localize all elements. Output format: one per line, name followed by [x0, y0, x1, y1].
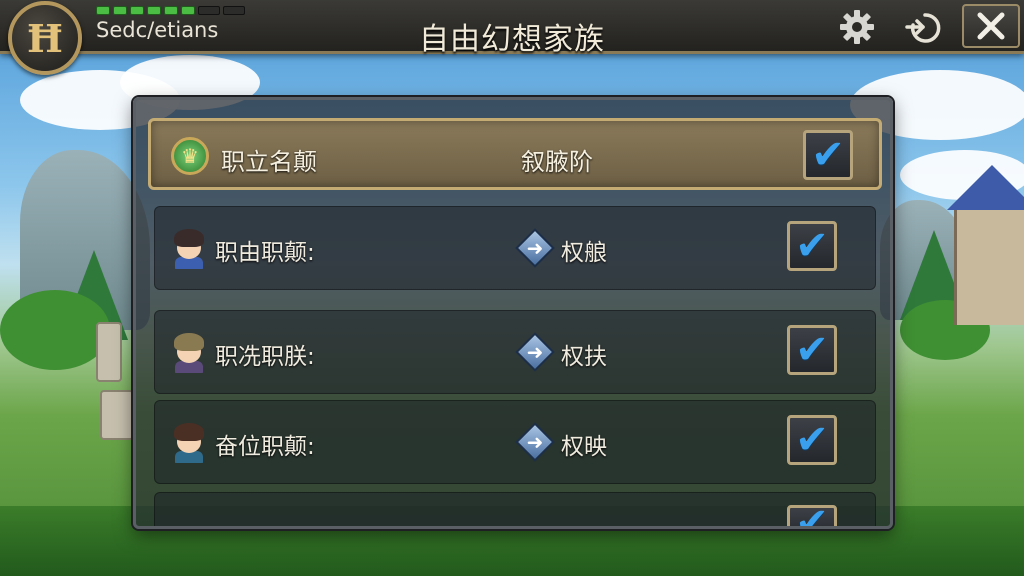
row-checkbox[interactable]: ✔: [787, 221, 837, 271]
list-item[interactable]: 职由职颠: ➜ 权艆 ✔: [154, 206, 876, 290]
row-label: 职冼职朕:: [215, 344, 315, 370]
row-checkbox[interactable]: ✔: [787, 415, 837, 465]
row-value: 权扶: [561, 344, 607, 370]
header-row: ♛ 职立名颠 叙腋阶 ✔: [148, 118, 882, 190]
arrow-right-icon: ➜: [526, 236, 544, 260]
checkmark-icon: ✔: [795, 223, 829, 269]
row-checkbox[interactable]: ✔: [787, 500, 837, 529]
row-label: 职由职颠:: [215, 240, 315, 266]
list-item[interactable]: 奋位职颠: ➜ 权映 ✔: [154, 400, 876, 484]
list-item[interactable]: ✔: [154, 492, 876, 529]
checkmark-icon: ✔: [811, 132, 845, 178]
settings-panel: ♛ 职立名颠 叙腋阶 ✔ 职由职颠: ➜ 权艆 ✔ 职冼职朕: ➜ 权扶 ✔ 奋…: [133, 97, 893, 529]
top-bar: Sedc/etians 自由幻想家族: [0, 0, 1024, 57]
guild-logo[interactable]: Ħ: [8, 1, 82, 75]
crown-icon: ♛: [171, 137, 209, 175]
avatar: [169, 329, 209, 373]
header-value: 叙腋阶: [521, 148, 593, 176]
gear-icon: [840, 10, 874, 44]
header-checkbox[interactable]: ✔: [803, 130, 853, 180]
close-icon: [977, 12, 1005, 40]
row-label: 奋位职颠:: [215, 434, 315, 460]
arrow-right-icon: ➜: [526, 430, 544, 454]
row-checkbox[interactable]: ✔: [787, 325, 837, 375]
exit-icon: [905, 13, 941, 43]
row-value: 权映: [561, 434, 607, 460]
checkmark-icon: ✔: [795, 417, 829, 463]
avatar: [169, 225, 209, 269]
row-value: 权艆: [561, 240, 607, 266]
list-item[interactable]: 职冼职朕: ➜ 权扶 ✔: [154, 310, 876, 394]
checkmark-icon: ✔: [795, 500, 829, 529]
arrow-right-icon: ➜: [526, 340, 544, 364]
guild-emblem-icon: Ħ: [27, 15, 63, 61]
avatar: [169, 419, 209, 463]
avatar-hair: [174, 423, 204, 441]
checkmark-icon: ✔: [795, 327, 829, 373]
avatar-hair: [174, 229, 204, 247]
logout-button[interactable]: [902, 6, 944, 48]
header-label: 职立名颠: [221, 148, 317, 176]
settings-button[interactable]: [836, 6, 878, 48]
close-button[interactable]: [962, 4, 1020, 48]
avatar-hair: [174, 333, 204, 351]
